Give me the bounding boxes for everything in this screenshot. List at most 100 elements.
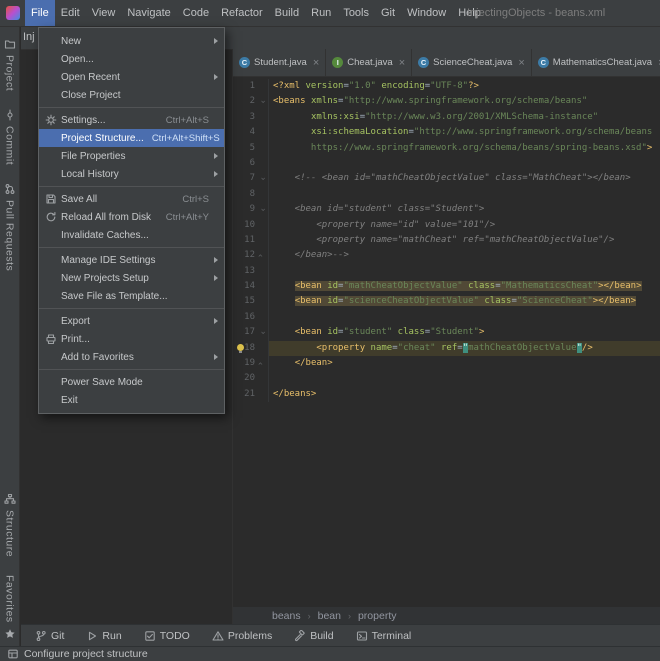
code-line-19[interactable]: 19› </bean> — [233, 356, 660, 371]
file-properties-menu-item[interactable]: File Properties — [39, 147, 224, 165]
editor[interactable]: 1<?xml version="1.0" encoding="UTF-8"?>2… — [233, 76, 660, 607]
menu-item-shortcut: Ctrl+Alt+S — [166, 115, 209, 126]
code-text — [268, 156, 660, 171]
toolbar-button-terminal[interactable]: Terminal — [356, 630, 412, 642]
code-text: </bean> — [268, 356, 660, 371]
code-line-5[interactable]: 5 https://www.springframework.org/schema… — [233, 141, 660, 156]
new-projects-setup-menu-item[interactable]: New Projects Setup — [39, 269, 224, 287]
close-tab-icon[interactable]: × — [313, 57, 319, 69]
tab-sciencecheat-java[interactable]: CScienceCheat.java× — [412, 49, 532, 76]
line-number: 20 — [233, 371, 255, 386]
code-line-20[interactable]: 20 — [233, 371, 660, 386]
code-line-16[interactable]: 16 — [233, 310, 660, 325]
line-number: 5 — [233, 141, 255, 156]
code-line-9[interactable]: 9› <bean id="student" class="Student"> — [233, 202, 660, 217]
code-line-14[interactable]: 14 <bean id="mathCheatObjectValue" class… — [233, 279, 660, 294]
line-number: 19 — [233, 356, 255, 371]
menu-refactor[interactable]: Refactor — [215, 0, 269, 26]
manage-ide-settings-menu-item[interactable]: Manage IDE Settings — [39, 251, 224, 269]
fold-up-icon[interactable]: › — [255, 356, 268, 371]
tool-window-button-structure[interactable]: Structure — [4, 493, 16, 557]
window-title: InjectingObjects - beans.xml — [467, 0, 605, 26]
toolbar-button-run[interactable]: Run — [86, 630, 121, 642]
toolbar-button-problems[interactable]: Problems — [212, 630, 272, 642]
exit-menu-item[interactable]: Exit — [39, 391, 224, 409]
fold-down-icon[interactable]: › — [255, 171, 268, 186]
submenu-arrow-icon — [209, 38, 218, 44]
code-line-17[interactable]: 17› <bean id="student" class="Student"> — [233, 325, 660, 340]
code-line-12[interactable]: 12› </bean>--> — [233, 248, 660, 263]
menu-git[interactable]: Git — [375, 0, 401, 26]
line-number: 21 — [233, 387, 255, 402]
code-line-2[interactable]: 2›<beans xmlns="http://www.springframewo… — [233, 94, 660, 109]
reload-all-from-disk-menu-item[interactable]: Reload All from DiskCtrl+Alt+Y — [39, 208, 224, 226]
code-line-10[interactable]: 10 <property name="id" value="101"/> — [233, 218, 660, 233]
open-menu-item[interactable]: Open... — [39, 50, 224, 68]
breadcrumb-fragment[interactable]: Inj — [23, 26, 35, 49]
save-file-as-template-menu-item[interactable]: Save File as Template... — [39, 287, 224, 305]
code-line-7[interactable]: 7› <!-- <bean id="mathCheatObjectValue" … — [233, 171, 660, 186]
menu-view[interactable]: View — [86, 0, 122, 26]
toolbar-button-build[interactable]: Build — [294, 630, 333, 642]
breadcrumb-property[interactable]: property — [358, 610, 397, 622]
tool-window-button-favorites[interactable]: Favorites — [4, 575, 16, 640]
class-file-icon: C — [418, 57, 429, 68]
breadcrumb-beans[interactable]: beans — [272, 610, 301, 622]
local-history-menu-item[interactable]: Local History — [39, 165, 224, 183]
toolbar-button-todo[interactable]: TODO — [144, 630, 190, 642]
line-number: 8 — [233, 187, 255, 202]
tab-mathematicscheat-java[interactable]: CMathematicsCheat.java× — [532, 49, 660, 76]
menu-item-label: Power Save Mode — [61, 377, 209, 388]
toolbar-button-git[interactable]: Git — [35, 630, 64, 642]
menu-navigate[interactable]: Navigate — [121, 0, 176, 26]
submenu-arrow-icon — [209, 257, 218, 263]
menu-window[interactable]: Window — [401, 0, 452, 26]
line-number: 7 — [233, 171, 255, 186]
invalidate-caches-menu-item[interactable]: Invalidate Caches... — [39, 226, 224, 244]
power-save-mode-menu-item[interactable]: Power Save Mode — [39, 373, 224, 391]
close-tab-icon[interactable]: × — [399, 57, 405, 69]
menu-separator — [39, 186, 224, 187]
menu-run[interactable]: Run — [305, 0, 337, 26]
fold-down-icon[interactable]: › — [255, 202, 268, 217]
menu-tools[interactable]: Tools — [337, 0, 375, 26]
code-line-1[interactable]: 1<?xml version="1.0" encoding="UTF-8"?> — [233, 79, 660, 94]
new-menu-item[interactable]: New — [39, 32, 224, 50]
run-icon — [86, 630, 98, 642]
code-line-11[interactable]: 11 <property name="mathCheat" ref="mathC… — [233, 233, 660, 248]
fold-down-icon[interactable]: › — [255, 325, 268, 340]
close-tab-icon[interactable]: × — [518, 57, 524, 69]
export-menu-item[interactable]: Export — [39, 312, 224, 330]
print-menu-item[interactable]: Print... — [39, 330, 224, 348]
tab-student-java[interactable]: CStudent.java× — [233, 49, 326, 76]
open-recent-menu-item[interactable]: Open Recent — [39, 68, 224, 86]
code-line-4[interactable]: 4 xsi:schemaLocation="http://www.springf… — [233, 125, 660, 140]
fold-up-icon[interactable]: › — [255, 248, 268, 263]
save-all-menu-item[interactable]: Save AllCtrl+S — [39, 190, 224, 208]
menu-code[interactable]: Code — [177, 0, 215, 26]
intention-bulb-icon[interactable] — [237, 344, 244, 351]
menu-build[interactable]: Build — [269, 0, 305, 26]
status-text: Configure project structure — [24, 648, 148, 660]
settings-menu-item[interactable]: Settings...Ctrl+Alt+S — [39, 111, 224, 129]
breadcrumb-bean[interactable]: bean — [318, 610, 341, 622]
code-line-8[interactable]: 8 — [233, 187, 660, 202]
add-to-favorites-menu-item[interactable]: Add to Favorites — [39, 348, 224, 366]
code-line-18[interactable]: 18 <property name="cheat" ref="mathCheat… — [233, 341, 660, 356]
code-line-21[interactable]: 21</beans> — [233, 387, 660, 402]
close-project-menu-item[interactable]: Close Project — [39, 86, 224, 104]
tab-cheat-java[interactable]: ICheat.java× — [326, 49, 412, 76]
menu-item-label: Invalidate Caches... — [61, 230, 209, 241]
menu-file[interactable]: File — [25, 0, 55, 26]
code-line-6[interactable]: 6 — [233, 156, 660, 171]
tool-window-button-pull-requests[interactable]: Pull Requests — [4, 183, 16, 271]
code-line-15[interactable]: 15 <bean id="scienceCheatObjectValue" cl… — [233, 294, 660, 309]
tool-window-button-project[interactable]: Project — [4, 38, 16, 91]
tool-window-button-commit[interactable]: Commit — [4, 109, 16, 165]
code-line-3[interactable]: 3 xmlns:xsi="http://www.w3.org/2001/XMLS… — [233, 110, 660, 125]
code-line-13[interactable]: 13 — [233, 264, 660, 279]
project-structure-menu-item[interactable]: Project Structure...Ctrl+Alt+Shift+S — [39, 129, 224, 147]
menu-edit[interactable]: Edit — [55, 0, 86, 26]
fold-down-icon[interactable]: › — [255, 94, 268, 109]
menu-item-label: New — [61, 36, 209, 47]
